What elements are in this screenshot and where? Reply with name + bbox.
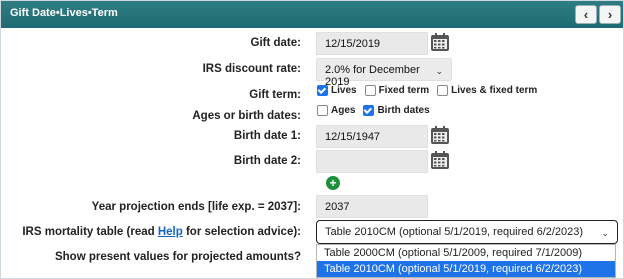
chevron-down-icon: ⌄	[435, 66, 443, 76]
mortality-option-2010cm[interactable]: Table 2010CM (optional 5/1/2019, require…	[317, 261, 615, 277]
gift-date-label: Gift date:	[250, 37, 301, 49]
mortality-label-prefix: IRS mortality table (read	[22, 226, 158, 238]
mortality-table-select[interactable]: Table 2010CM (optional 5/1/2019, require…	[316, 220, 618, 244]
birth-dates-option-label: Birth dates	[377, 105, 430, 116]
birth-dates-option[interactable]: Birth dates	[363, 105, 430, 116]
present-values-label: Show present values for projected amount…	[54, 251, 301, 263]
chevron-left-icon: ‹	[583, 7, 589, 22]
gift-panel: Gift Date•Lives•Term ‹ › Gift date: 12/1…	[0, 0, 624, 279]
mortality-table-label: IRS mortality table (read Help for selec…	[1, 226, 301, 238]
ages-option[interactable]: Ages	[317, 105, 355, 116]
panel-header: Gift Date•Lives•Term ‹ ›	[1, 1, 623, 28]
chevron-down-icon: ⌄	[601, 228, 609, 238]
panel-title: Gift Date•Lives•Term	[10, 7, 118, 19]
fixed-term-option-label: Fixed term	[378, 85, 430, 96]
previous-button[interactable]: ‹	[575, 5, 597, 24]
ages-birth-label: Ages or birth dates:	[192, 110, 301, 122]
lives-checkbox[interactable]	[317, 85, 328, 96]
birth-date-1-label: Birth date 1:	[233, 130, 301, 142]
mortality-dropdown-list: Table 2000CM (optional 5/1/2009, require…	[316, 244, 616, 278]
calendar-icon[interactable]	[430, 125, 450, 145]
gift-term-lives-fixed[interactable]: Lives & fixed term	[437, 85, 537, 96]
gift-date-field[interactable]: 12/15/2019	[316, 32, 428, 55]
year-projection-label: Year projection ends [life exp. = 2037]:	[91, 201, 301, 213]
gift-term-label: Gift term:	[249, 89, 301, 101]
year-projection-field[interactable]: 2037	[316, 195, 428, 218]
calendar-icon[interactable]	[430, 32, 450, 52]
gift-term-lives[interactable]: Lives	[317, 85, 357, 96]
birth-dates-checkbox[interactable]	[363, 105, 375, 116]
calendar-icon[interactable]	[430, 150, 450, 170]
birth-date-2-label: Birth date 2:	[233, 155, 301, 167]
gift-term-options: Lives Fixed term Lives & fixed term	[317, 85, 545, 96]
chevron-right-icon: ›	[607, 7, 613, 22]
help-link[interactable]: Help	[158, 226, 183, 238]
discount-rate-label: IRS discount rate:	[202, 63, 301, 75]
mortality-option-2000cm[interactable]: Table 2000CM (optional 5/1/2009, require…	[317, 245, 615, 261]
gift-term-fixed[interactable]: Fixed term	[364, 85, 430, 96]
ages-checkbox[interactable]	[317, 105, 328, 116]
lives-option-label: Lives	[331, 85, 357, 96]
next-button[interactable]: ›	[599, 5, 621, 24]
discount-rate-select[interactable]: 2.0% for December 2019 ⌄	[316, 58, 452, 88]
ages-option-label: Ages	[331, 105, 356, 116]
birth-date-2-field[interactable]	[316, 150, 428, 173]
fixed-term-checkbox[interactable]	[364, 85, 376, 96]
lives-fixed-term-option-label: Lives & fixed term	[451, 85, 538, 96]
mortality-selected-value: Table 2010CM (optional 5/1/2019, require…	[325, 226, 584, 238]
plus-circle-icon[interactable]: +	[326, 176, 340, 190]
ages-birth-options: Ages Birth dates	[317, 105, 438, 116]
lives-fixed-term-checkbox[interactable]	[437, 85, 449, 96]
birth-date-1-field[interactable]: 12/15/1947	[316, 125, 428, 148]
mortality-label-suffix: for selection advice):	[182, 226, 301, 238]
